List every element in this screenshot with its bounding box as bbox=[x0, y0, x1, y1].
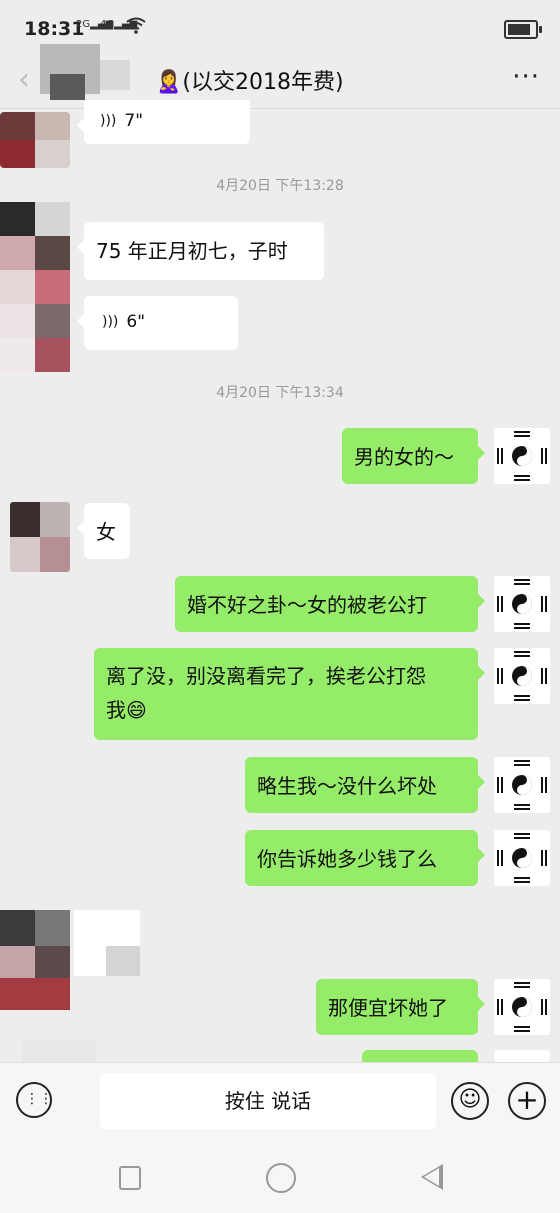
voice-icon: ))) bbox=[102, 314, 119, 330]
bagua-avatar[interactable] bbox=[494, 1050, 550, 1062]
contact-avatar[interactable] bbox=[10, 502, 70, 572]
text-message[interactable]: 婚不好之卦～女的被老公打 bbox=[175, 576, 485, 632]
yin-yang-icon bbox=[494, 576, 550, 632]
voice-duration: 7" bbox=[124, 111, 144, 131]
emoji-icon[interactable]: ☺ bbox=[451, 1082, 489, 1120]
bagua-avatar[interactable] bbox=[494, 757, 550, 813]
text-message[interactable]: 你告诉她多少钱了么 bbox=[245, 830, 485, 886]
recent-apps-icon[interactable] bbox=[119, 1166, 141, 1190]
wifi-icon bbox=[126, 16, 146, 39]
bagua-avatar[interactable] bbox=[494, 576, 550, 632]
bagua-avatar[interactable] bbox=[494, 428, 550, 484]
contact-avatar[interactable] bbox=[0, 202, 70, 372]
yin-yang-icon bbox=[494, 648, 550, 704]
voice-duration: 6" bbox=[126, 312, 146, 332]
home-icon[interactable] bbox=[266, 1163, 296, 1193]
text-message[interactable]: 女 bbox=[77, 503, 130, 559]
bagua-avatar[interactable] bbox=[494, 979, 550, 1035]
more-options-icon[interactable]: ··· bbox=[512, 62, 540, 92]
pixelated-name bbox=[40, 44, 150, 100]
message-timestamp: 4月20日 下午13:28 bbox=[216, 178, 344, 194]
bagua-avatar[interactable] bbox=[494, 830, 550, 886]
bagua-avatar[interactable] bbox=[494, 648, 550, 704]
yin-yang-icon bbox=[494, 757, 550, 813]
keyboard-toggle-icon[interactable]: ⋮⋮ bbox=[16, 1082, 53, 1118]
voice-icon: ))) bbox=[100, 113, 117, 129]
contact-avatar[interactable] bbox=[0, 112, 70, 168]
back-icon[interactable]: ‹ bbox=[18, 64, 30, 96]
system-nav-bar bbox=[0, 1142, 560, 1213]
contact-avatar[interactable] bbox=[0, 910, 70, 1010]
text-message[interactable]: 略生我～没什么坏处 bbox=[245, 757, 485, 813]
text-message[interactable]: 离了没，别没离看完了，挨老公打怨 我😄 bbox=[94, 648, 485, 740]
voice-message[interactable]: ))) 7" bbox=[77, 100, 250, 144]
battery-icon bbox=[504, 20, 542, 39]
back-nav-icon[interactable] bbox=[421, 1164, 443, 1190]
text-line: 离了没，别没离看完了，挨老公打怨 bbox=[106, 664, 426, 688]
yin-yang-icon bbox=[494, 428, 550, 484]
text-message[interactable]: 男的女的～ bbox=[342, 428, 485, 484]
text-message[interactable]: 那便宜坏她了 bbox=[316, 979, 485, 1035]
input-bar: ⋮⋮ 按住 说话 ☺ + bbox=[0, 1062, 560, 1143]
voice-message[interactable]: ))) 6" bbox=[77, 296, 238, 350]
plus-icon[interactable]: + bbox=[508, 1082, 546, 1120]
yin-yang-icon bbox=[494, 979, 550, 1035]
text-message[interactable]: 75 年正月初七，子时 bbox=[77, 222, 324, 280]
hold-to-talk-button[interactable]: 按住 说话 bbox=[100, 1073, 436, 1129]
yin-yang-icon bbox=[494, 830, 550, 886]
text-line: 我😄 bbox=[106, 698, 147, 722]
chat-title: 🙎‍♀️(以交2018年费) bbox=[155, 70, 344, 95]
pixelated-message bbox=[74, 910, 140, 976]
message-timestamp: 4月20日 下午13:34 bbox=[216, 385, 344, 401]
